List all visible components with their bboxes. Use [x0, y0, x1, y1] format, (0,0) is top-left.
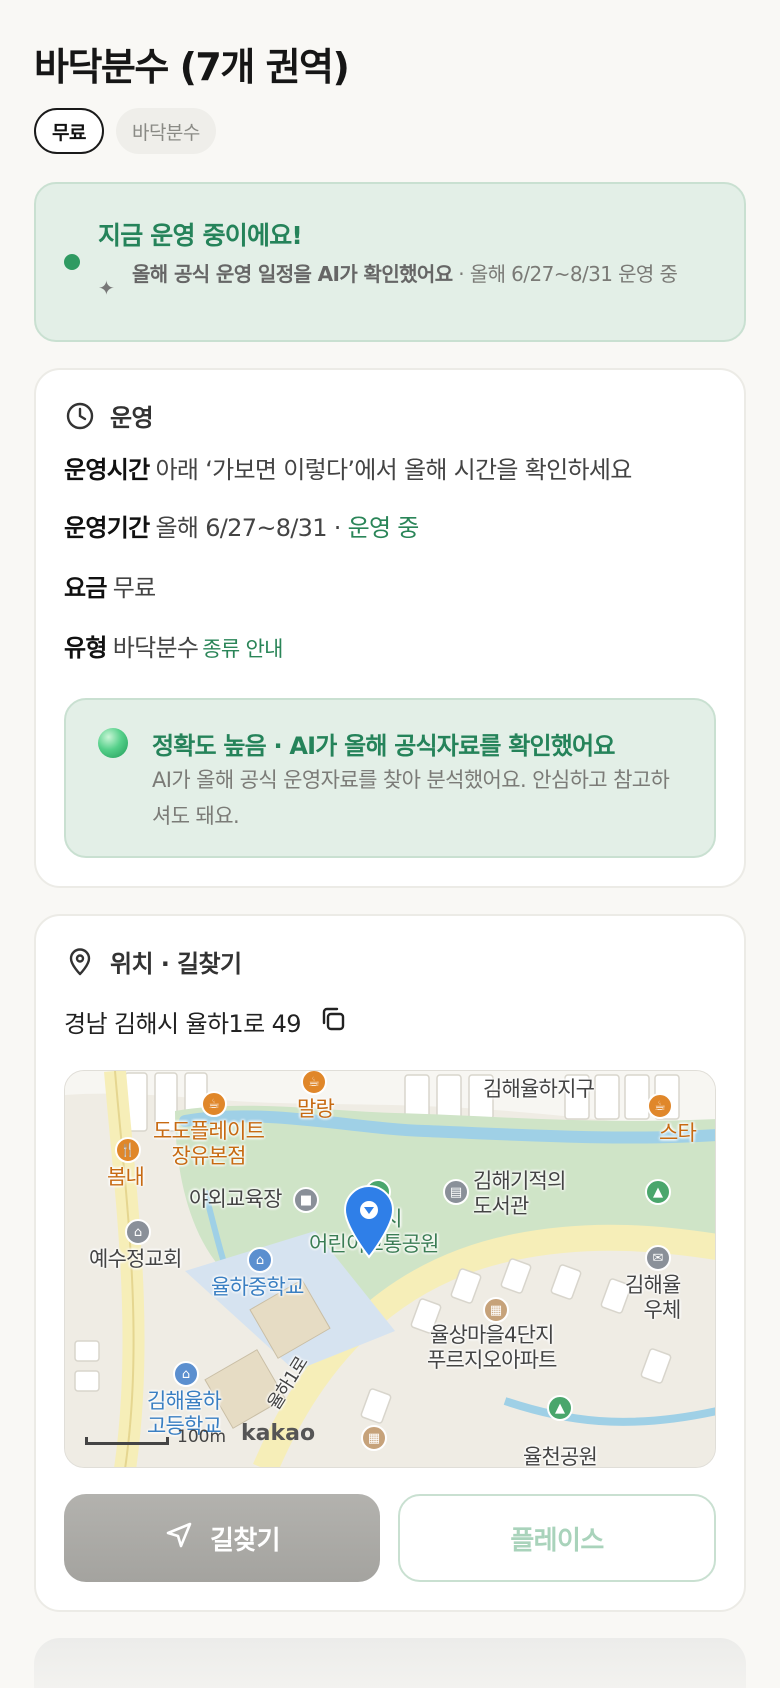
directions-label: 길찾기: [210, 1525, 281, 1556]
map-label-starbucks: 스타: [659, 1121, 697, 1145]
period-key: 운영기간: [64, 514, 150, 542]
fee-key: 요금: [64, 574, 107, 602]
library-poi-icon[interactable]: ▤: [443, 1179, 469, 1205]
chip-free[interactable]: 무료: [34, 108, 104, 154]
map-label-yulha-district: 김해율하지구: [483, 1077, 595, 1101]
chip-type[interactable]: 바닥분수: [115, 108, 216, 154]
status-banner: 지금 운영 중이에요! ✦ 올해 공식 운영 일정을 AI가 확인했어요 · 올…: [34, 182, 746, 342]
map-label-malang: 말랑: [297, 1097, 335, 1121]
type-value: 바닥분수: [112, 634, 199, 662]
copy-icon[interactable]: [319, 1005, 347, 1039]
directions-button[interactable]: 길찾기: [64, 1494, 380, 1582]
accuracy-box: 정확도 높음 · AI가 올해 공식자료를 확인했어요 AI가 올해 공식 운영…: [64, 698, 716, 858]
accuracy-description: AI가 올해 공식 운영자료를 찾아 분석했어요. 안심하고 참고하셔도 돼요.: [152, 768, 670, 828]
location-card: 위치 · 길찾기 경남 김해시 율하1로 49 ☕ ☕ ☕ 🍴 ■ ▤ ▲ ⌂ …: [34, 914, 746, 1612]
period-status: 운영 중: [347, 514, 420, 542]
address-text: 경남 김해시 율하1로 49: [64, 1010, 302, 1038]
school-poi-icon[interactable]: ⌂: [247, 1247, 273, 1273]
map-label-yulcheon-park: 율천공원: [523, 1445, 598, 1468]
map-view[interactable]: ☕ ☕ ☕ 🍴 ■ ▲ ▤ ▲ ⌂ ⌂ ✉ ▦ ⌂ ▲ ▦ 김해율하지구 말랑 …: [64, 1070, 716, 1468]
status-dot: [64, 254, 80, 270]
clock-icon: [64, 400, 96, 432]
cafe-poi-icon[interactable]: ☕: [647, 1093, 673, 1119]
location-marker-icon[interactable]: [341, 1183, 397, 1259]
fee-row: 요금 무료: [64, 568, 156, 603]
fee-value: 무료: [112, 574, 156, 602]
address-row: 경남 김해시 율하1로 49: [64, 1004, 347, 1039]
filter-chips: 무료 바닥분수: [34, 108, 216, 154]
map-label-middle-school: 율하중학교: [211, 1275, 304, 1299]
operation-heading-label: 운영: [110, 404, 154, 432]
hours-key: 운영시간: [64, 456, 150, 484]
navigation-arrow-icon: [164, 1520, 194, 1557]
hours-row: 운영시간 아래 ‘가보면 이렇다’에서 올해 시간을 확인하세요: [64, 450, 632, 485]
status-title: 지금 운영 중이에요!: [98, 221, 303, 250]
place-button[interactable]: 플레이스: [398, 1494, 716, 1582]
page-title: 바닥분수 (7개 권역): [34, 45, 350, 89]
accuracy-title: 정확도 높음 · AI가 올해 공식자료를 확인했어요: [152, 732, 615, 760]
place-label: 플레이스: [510, 1525, 604, 1556]
status-sub-bold: 올해 공식 운영 일정을 AI가 확인했어요: [132, 262, 453, 286]
school-poi-icon[interactable]: ⌂: [173, 1361, 199, 1387]
map-label-post-office: 김해율 우체: [625, 1273, 681, 1322]
sparkle-icon: ✦: [98, 276, 115, 300]
operation-card: 운영 운영시간 아래 ‘가보면 이렇다’에서 올해 시간을 확인하세요 운영기간 올…: [34, 368, 746, 888]
period-value: 올해 6/27~8/31 ·: [155, 514, 348, 542]
map-label-library: 김해기적의 도서관: [473, 1169, 566, 1218]
cafe-poi-icon[interactable]: ☕: [201, 1091, 227, 1117]
map-label-bomnae: 봄내: [107, 1165, 145, 1189]
map-label-outdoor-edu: 야외교육장: [189, 1187, 282, 1211]
operation-heading: 운영: [64, 398, 154, 433]
map-scale-bar: [85, 1437, 169, 1445]
map-brand-logo: kakao: [241, 1421, 316, 1446]
tree-poi-icon[interactable]: ▲: [645, 1179, 671, 1205]
location-pin-icon: [64, 946, 96, 978]
location-heading-label: 위치 · 길찾기: [110, 950, 242, 978]
type-key: 유형: [64, 634, 107, 662]
tree-poi-icon[interactable]: ▲: [547, 1395, 573, 1421]
map-label-dodoplate: 도도플레이트 장유본점: [153, 1119, 265, 1168]
map-label-church: 예수정교회: [89, 1247, 182, 1271]
map-scale-text: 100m: [177, 1427, 227, 1447]
church-poi-icon[interactable]: ⌂: [125, 1219, 151, 1245]
period-row: 운영기간 올해 6/27~8/31 · 운영 중: [64, 508, 419, 543]
restaurant-poi-icon[interactable]: 🍴: [115, 1137, 141, 1163]
map-label-apartment: 율상마을4단지 푸르지오아파트: [427, 1323, 557, 1372]
cafe-poi-icon[interactable]: ☕: [301, 1071, 327, 1095]
status-subtitle: 올해 공식 운영 일정을 AI가 확인했어요 · 올해 6/27~8/31 운영…: [132, 260, 732, 288]
ai-orb-icon: [98, 728, 128, 758]
type-row: 유형 바닥분수 종류 안내: [64, 628, 283, 663]
apartment-poi-icon[interactable]: ▦: [361, 1425, 387, 1451]
apartment-poi-icon[interactable]: ▦: [483, 1297, 509, 1323]
status-sub-rest: · 올해 6/27~8/31 운영 중: [452, 262, 678, 286]
hours-value: 아래 ‘가보면 이렇다’에서 올해 시간을 확인하세요: [155, 456, 633, 484]
location-heading: 위치 · 길찾기: [64, 944, 242, 979]
next-card-peek: [34, 1638, 746, 1688]
type-guide-link[interactable]: 종류 안내: [202, 637, 283, 661]
post-poi-icon[interactable]: ✉: [645, 1245, 671, 1271]
